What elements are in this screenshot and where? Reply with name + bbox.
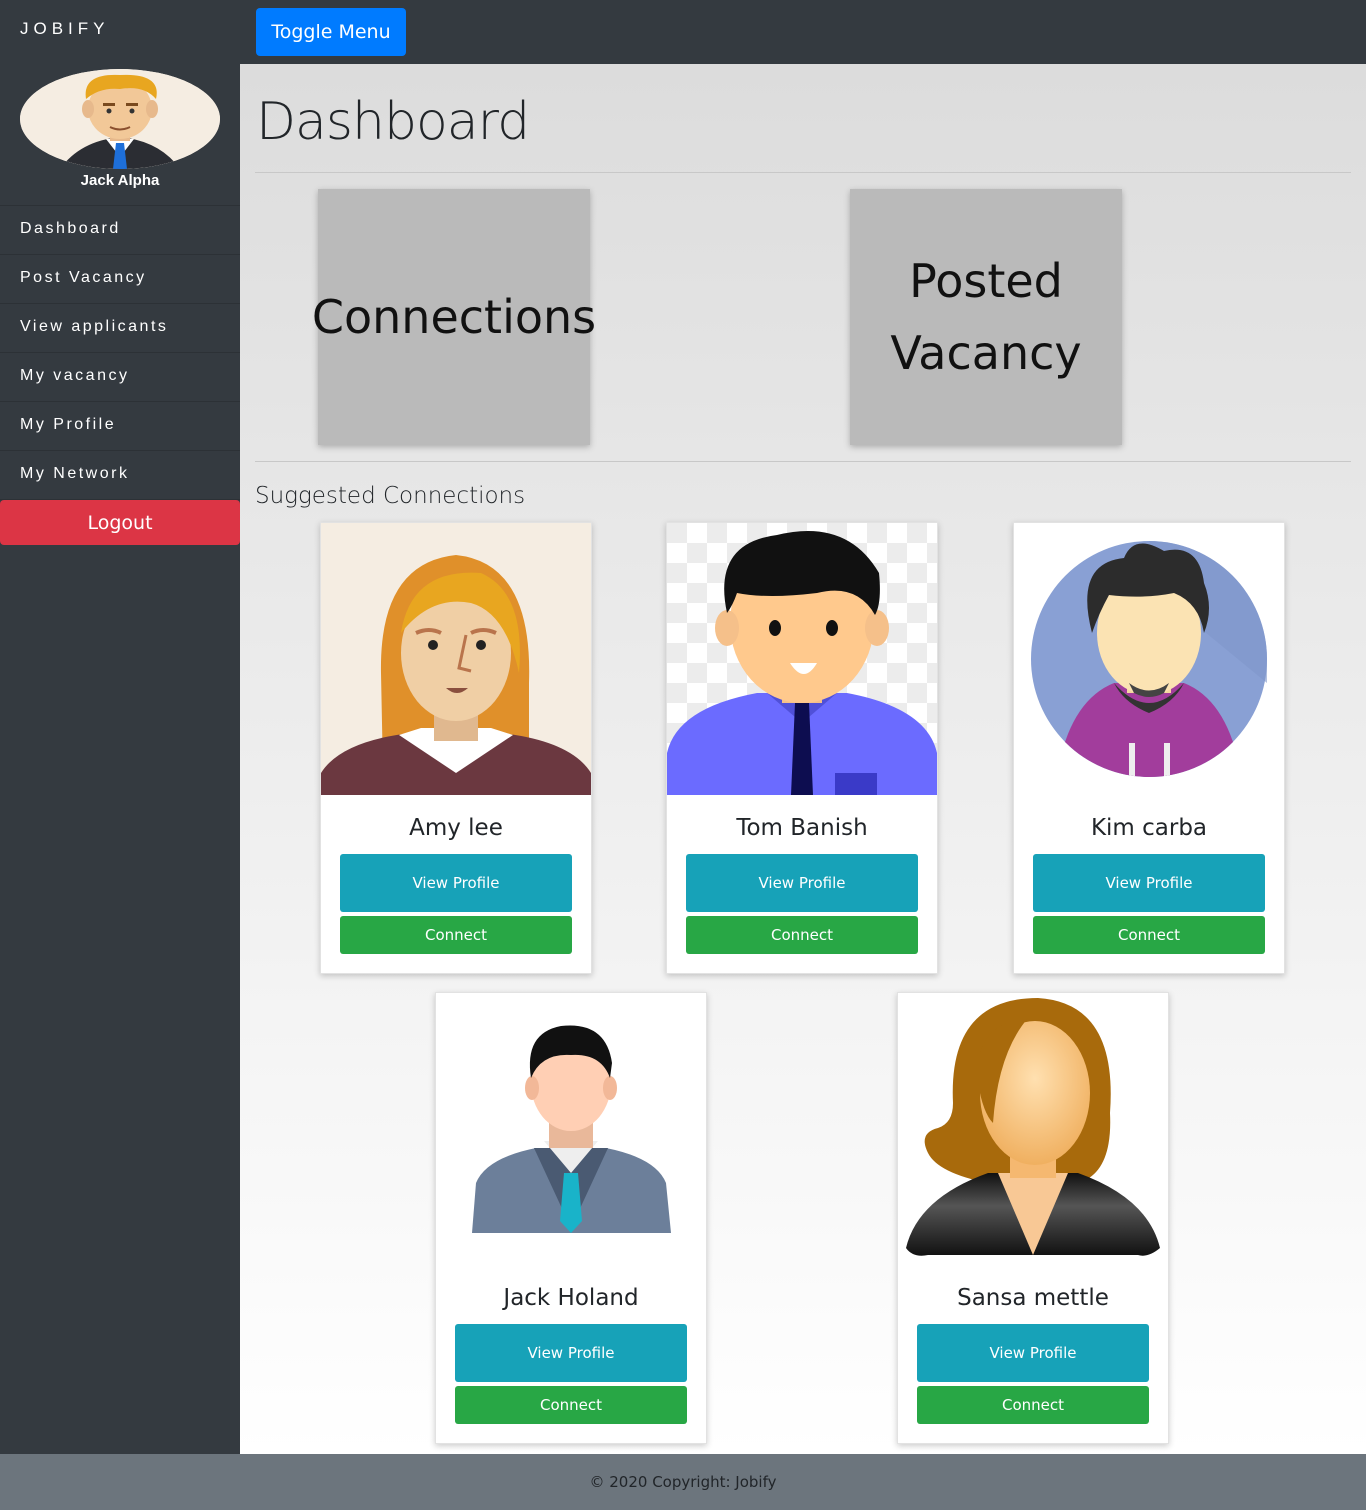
sidebar-item-post-vacancy[interactable]: Post Vacancy — [0, 255, 240, 304]
connect-button[interactable]: Connect — [340, 916, 572, 954]
sidebar-item-my-vacancy[interactable]: My vacancy — [0, 353, 240, 402]
sidebar-item-dashboard[interactable]: Dashboard — [0, 206, 240, 255]
connect-button[interactable]: Connect — [917, 1386, 1149, 1424]
page-title: Dashboard — [256, 92, 530, 152]
divider — [255, 461, 1351, 462]
main-content: Dashboard Connections Posted Vacancy Sug… — [240, 64, 1366, 1454]
profile-picture — [898, 993, 1168, 1265]
profile-picture — [1014, 523, 1284, 795]
sidebar-item-my-profile[interactable]: My Profile — [0, 402, 240, 451]
posted-vacancy-label: Posted Vacancy — [890, 254, 1082, 380]
view-profile-button[interactable]: View Profile — [1033, 854, 1265, 912]
connect-button[interactable]: Connect — [455, 1386, 687, 1424]
user-name: Jack Alpha — [80, 172, 160, 189]
connection-card: Sansa mettle View Profile Connect — [897, 992, 1169, 1444]
sidebar-item-my-network[interactable]: My Network — [0, 451, 240, 500]
view-profile-button[interactable]: View Profile — [917, 1324, 1149, 1382]
connection-name: Jack Holand — [503, 1285, 639, 1311]
view-profile-button[interactable]: View Profile — [340, 854, 572, 912]
connection-card: Kim carba View Profile Connect — [1013, 522, 1285, 974]
copyright-text: © 2020 Copyright: Jobify — [589, 1473, 777, 1491]
connection-name: Tom Banish — [736, 815, 868, 841]
connections-tile[interactable]: Connections — [312, 189, 596, 445]
sidebar-item-view-applicants[interactable]: View applicants — [0, 304, 240, 353]
connect-button[interactable]: Connect — [1033, 916, 1265, 954]
view-profile-button[interactable]: View Profile — [686, 854, 918, 912]
suggested-connections-heading: Suggested Connections — [255, 483, 526, 509]
sidebar: Jack Alpha Dashboard Post Vacancy View a… — [0, 58, 240, 1454]
connect-button[interactable]: Connect — [686, 916, 918, 954]
user-avatar — [20, 69, 220, 169]
connection-card: Tom Banish View Profile Connect — [666, 522, 938, 974]
posted-vacancy-tile[interactable]: Posted Vacancy — [850, 189, 1122, 445]
connection-name: Kim carba — [1090, 815, 1208, 841]
connections-label: Connections — [311, 290, 597, 344]
connection-name: Amy lee — [409, 815, 503, 841]
footer: © 2020 Copyright: Jobify — [0, 1454, 1366, 1510]
view-profile-button[interactable]: View Profile — [455, 1324, 687, 1382]
profile-picture — [667, 523, 937, 795]
brand-logo[interactable]: JOBIFY — [0, 0, 240, 58]
toggle-menu-button[interactable]: Toggle Menu — [256, 8, 406, 56]
sidebar-profile: Jack Alpha — [0, 58, 240, 206]
connection-name: Sansa mettle — [957, 1285, 1109, 1311]
logout-button[interactable]: Logout — [0, 500, 240, 545]
connection-card: Jack Holand View Profile Connect — [435, 992, 707, 1444]
divider — [255, 172, 1351, 173]
connection-card: Amy lee View Profile Connect — [320, 522, 592, 974]
profile-picture — [436, 993, 706, 1265]
profile-picture — [321, 523, 591, 795]
